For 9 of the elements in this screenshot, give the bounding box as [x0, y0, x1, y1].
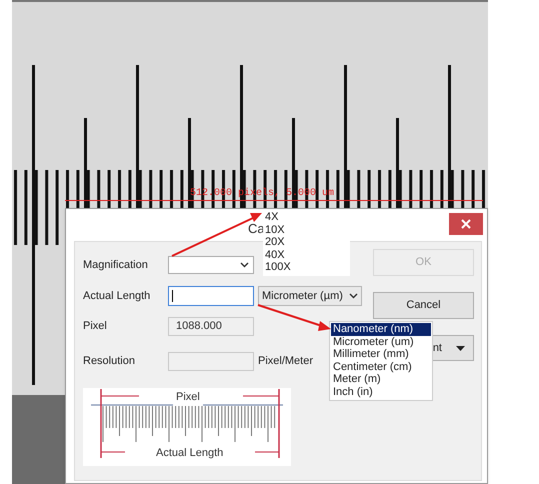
diagram-label: Pixel — [173, 389, 203, 406]
unit-label: Pixel/Meter — [258, 354, 314, 370]
readonly-field: 1088.000 — [168, 317, 254, 336]
field-label: Actual Length — [83, 288, 152, 304]
field-label: Magnification — [83, 258, 149, 273]
field-label: Pixel — [83, 319, 108, 334]
select-value: Micrometer (µm) — [262, 288, 343, 304]
select-value: nt — [432, 340, 442, 356]
field-label: Resolution — [83, 354, 136, 370]
